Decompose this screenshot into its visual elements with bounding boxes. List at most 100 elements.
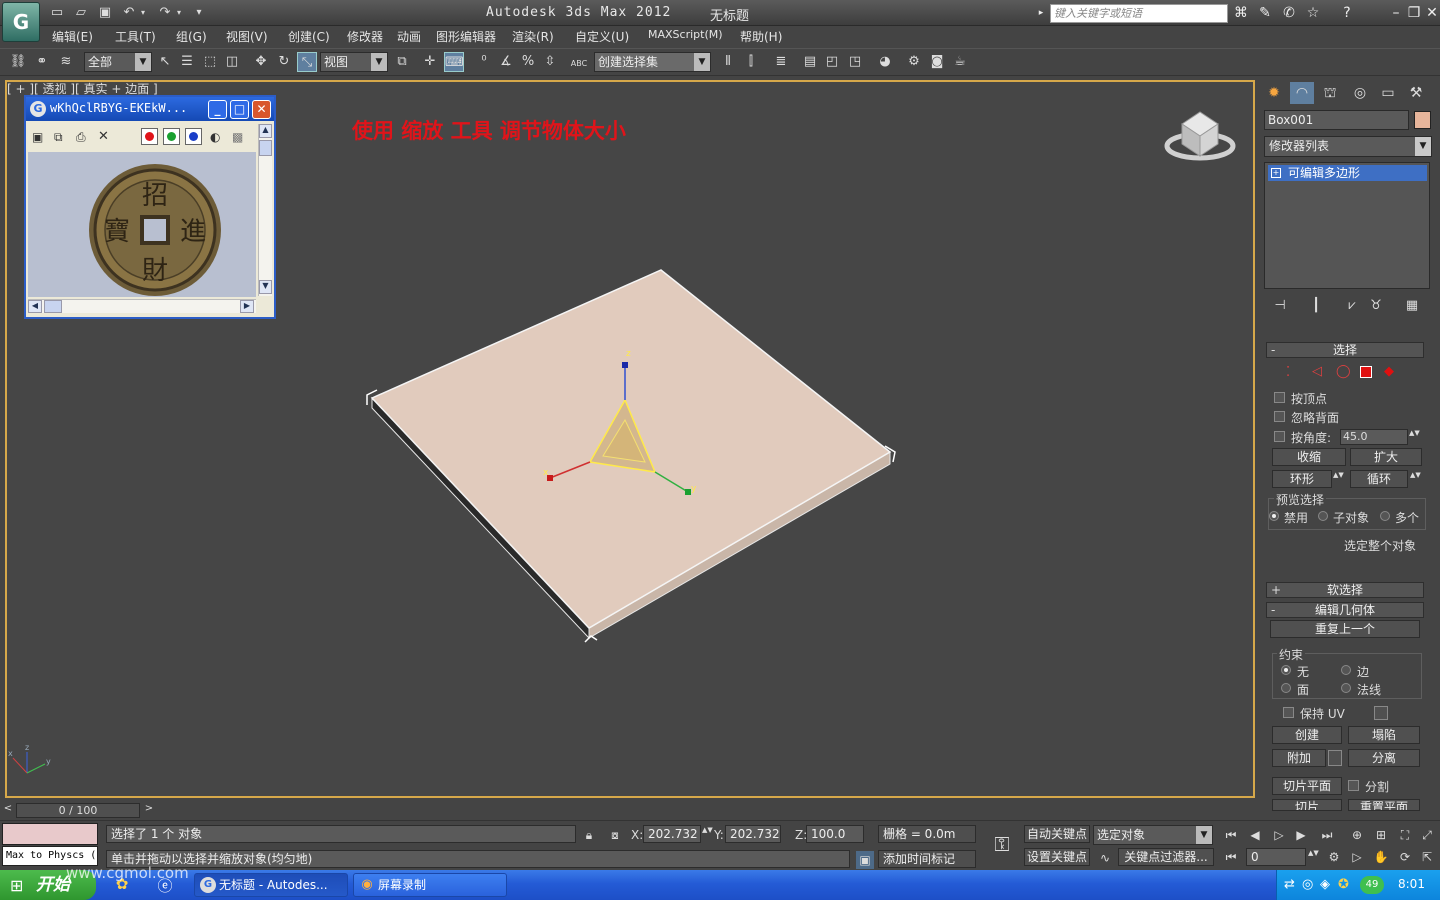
remove-modifier-icon[interactable]: ♉ — [1366, 296, 1386, 316]
select-scale-icon[interactable]: ⤡ — [297, 52, 317, 72]
spinner-snap-icon[interactable]: ⇳ — [540, 52, 560, 72]
redo-icon[interactable]: ↷ — [156, 4, 174, 22]
edit-geometry-rollout-header[interactable]: - 编辑几何体 — [1266, 602, 1424, 618]
expand-icon[interactable]: + — [1271, 168, 1281, 178]
menu-maxscript[interactable]: MAXScript(M) — [648, 28, 723, 41]
selection-rollout-header[interactable]: - 选择 — [1266, 342, 1424, 358]
mirror-icon[interactable]: ⫴ — [718, 52, 738, 72]
preserve-uv-checkbox[interactable] — [1283, 707, 1294, 718]
reset-plane-button[interactable]: 重置平面 — [1348, 799, 1420, 811]
constraint-edge-radio[interactable] — [1341, 665, 1351, 675]
set-key-button[interactable]: 设置关键点 — [1024, 848, 1090, 866]
constraint-normal-radio[interactable] — [1341, 683, 1351, 693]
menu-customize[interactable]: 自定义(U) — [575, 28, 629, 45]
select-by-name-icon[interactable]: ☰ — [177, 52, 197, 72]
utilities-tab-icon[interactable]: ⚒ — [1404, 82, 1428, 104]
repeat-last-button[interactable]: 重复上一个 — [1270, 620, 1420, 638]
x-coordinate-field[interactable]: 202.732 — [643, 825, 701, 843]
motion-tab-icon[interactable]: ◎ — [1348, 82, 1372, 104]
save-file-icon[interactable]: ▣ — [96, 4, 114, 22]
shrink-button[interactable]: 收缩 — [1272, 448, 1346, 466]
close-button[interactable]: ✕ — [252, 100, 271, 119]
search-input[interactable]: 键入关键字或短语 — [1050, 4, 1228, 23]
polygon-mode-icon[interactable] — [1360, 366, 1372, 378]
absolute-mode-icon[interactable]: ⧇ — [606, 826, 624, 844]
time-configuration-icon[interactable]: ⚙ — [1325, 848, 1343, 866]
layer-manager-icon[interactable]: ≣ — [771, 52, 791, 72]
loop-button[interactable]: 循环 — [1350, 470, 1408, 488]
select-manipulate-icon[interactable]: ✛ — [420, 52, 440, 72]
play-icon[interactable]: ▷ — [1270, 826, 1288, 844]
detach-button[interactable]: 分离 — [1348, 749, 1420, 767]
rectangular-selection-icon[interactable]: ⬚ — [200, 52, 220, 72]
pan-view-icon[interactable]: ✋ — [1372, 848, 1390, 866]
key-mode-curve-icon[interactable]: ∿ — [1096, 849, 1114, 867]
zoom-extents-icon[interactable]: ⛶ — [1396, 826, 1414, 844]
tray-app-icon[interactable]: ✪ — [1338, 877, 1349, 892]
named-selection-sets-dropdown[interactable]: 创建选择集 ▼ — [594, 52, 711, 72]
undo-icon[interactable]: ↶ — [120, 4, 138, 22]
tray-shield-icon[interactable]: ◈ — [1320, 877, 1330, 892]
orbit-icon[interactable]: ⟳ — [1396, 848, 1414, 866]
frame-spinner-icon[interactable]: ▲▼ — [1308, 849, 1319, 865]
menu-create[interactable]: 创建(C) — [288, 28, 330, 45]
menu-tools[interactable]: 工具(T) — [115, 28, 156, 45]
save-image-icon[interactable]: ▣ — [32, 130, 46, 144]
restore-icon[interactable]: ❐ — [1404, 4, 1424, 22]
selection-lock-icon[interactable]: 🔒︎ — [580, 826, 598, 844]
make-unique-icon[interactable]: ⩗ — [1342, 296, 1362, 316]
auto-key-button[interactable]: 自动关键点 — [1024, 825, 1090, 843]
loop-spinner-icon[interactable]: ▲▼ — [1410, 471, 1421, 487]
window-crossing-icon[interactable]: ◫ — [222, 52, 242, 72]
binoculars-icon[interactable]: ⌘ — [1231, 4, 1251, 22]
angle-snap-icon[interactable]: ∡ — [496, 52, 516, 72]
image-viewer-window[interactable]: G wKhQclRBYG-EKEkW... _ □ ✕ ▣ ⧉ ⎙ ✕ ◐ ▩ … — [24, 95, 276, 319]
vertical-scrollbar[interactable]: ▲ ▼ — [258, 124, 272, 296]
element-mode-icon[interactable]: ◆ — [1384, 364, 1394, 379]
favorites-star-icon[interactable]: ☆ — [1303, 4, 1323, 22]
slice-button[interactable]: 切片 — [1272, 799, 1342, 811]
bind-space-warp-icon[interactable]: ≋ — [56, 52, 76, 72]
help-icon[interactable]: ? — [1337, 4, 1357, 22]
red-channel-button[interactable] — [141, 128, 158, 145]
snaps-toggle-icon[interactable]: ⁰ — [474, 52, 494, 72]
maxscript-listener-pink[interactable] — [2, 823, 98, 845]
spinner-arrows-icon[interactable]: ▲▼ — [1409, 429, 1420, 445]
goto-start-icon[interactable]: ⏮ — [1222, 826, 1240, 844]
monochrome-icon[interactable]: ▩ — [232, 130, 246, 144]
close-icon[interactable]: ✕ — [1422, 4, 1440, 22]
print-image-icon[interactable]: ⎙ — [76, 130, 90, 144]
ignore-backfacing-checkbox[interactable] — [1274, 411, 1285, 422]
copy-image-icon[interactable]: ⧉ — [54, 130, 68, 144]
time-slider[interactable]: 0 / 100 — [16, 803, 140, 818]
schematic-view-icon[interactable]: ◳ — [845, 52, 865, 72]
next-frame-icon[interactable]: ▶ — [1292, 826, 1310, 844]
configure-modifier-sets-icon[interactable]: ▦ — [1402, 296, 1422, 316]
green-channel-button[interactable] — [163, 128, 180, 145]
key-target-dropdown[interactable]: 选定对象 ▼ — [1093, 825, 1213, 845]
task-screen-recorder[interactable]: 屏幕录制 — [353, 873, 507, 897]
tray-network-icon[interactable]: ⇄ — [1284, 877, 1295, 892]
zoom-icon[interactable]: ⊕ — [1348, 826, 1366, 844]
y-coordinate-field[interactable]: 202.732 — [725, 825, 781, 843]
minimize-button[interactable]: _ — [208, 100, 227, 119]
current-frame-field[interactable]: 0 — [1246, 848, 1306, 866]
time-tag-icon[interactable]: ▣ — [856, 851, 874, 869]
key-filters-button[interactable]: 关键点过滤器... — [1118, 848, 1214, 866]
select-move-icon[interactable]: ✥ — [251, 52, 271, 72]
scroll-down-icon[interactable]: ▼ — [259, 280, 272, 294]
maximize-viewport-icon[interactable]: ⇱ — [1418, 848, 1436, 866]
pivot-center-icon[interactable]: ⧉ — [392, 52, 412, 72]
split-checkbox[interactable] — [1348, 780, 1359, 791]
undo-dropdown-icon[interactable]: ▾ — [138, 4, 148, 22]
gizmo-z-handle[interactable] — [622, 362, 628, 368]
preserve-uv-settings-icon[interactable] — [1374, 706, 1388, 720]
pin-stack-icon[interactable]: ⊣ — [1270, 296, 1290, 316]
menu-modifiers[interactable]: 修改器 — [347, 28, 383, 45]
redo-dropdown-icon[interactable]: ▾ — [174, 4, 184, 22]
border-mode-icon[interactable]: ◯ — [1336, 364, 1351, 379]
new-file-icon[interactable]: ▭ — [48, 4, 66, 22]
menu-graph-editors[interactable]: 图形编辑器 — [436, 28, 496, 45]
soft-selection-rollout-header[interactable]: + 软选择 — [1266, 582, 1424, 598]
horizontal-scroll-thumb[interactable] — [44, 300, 62, 313]
